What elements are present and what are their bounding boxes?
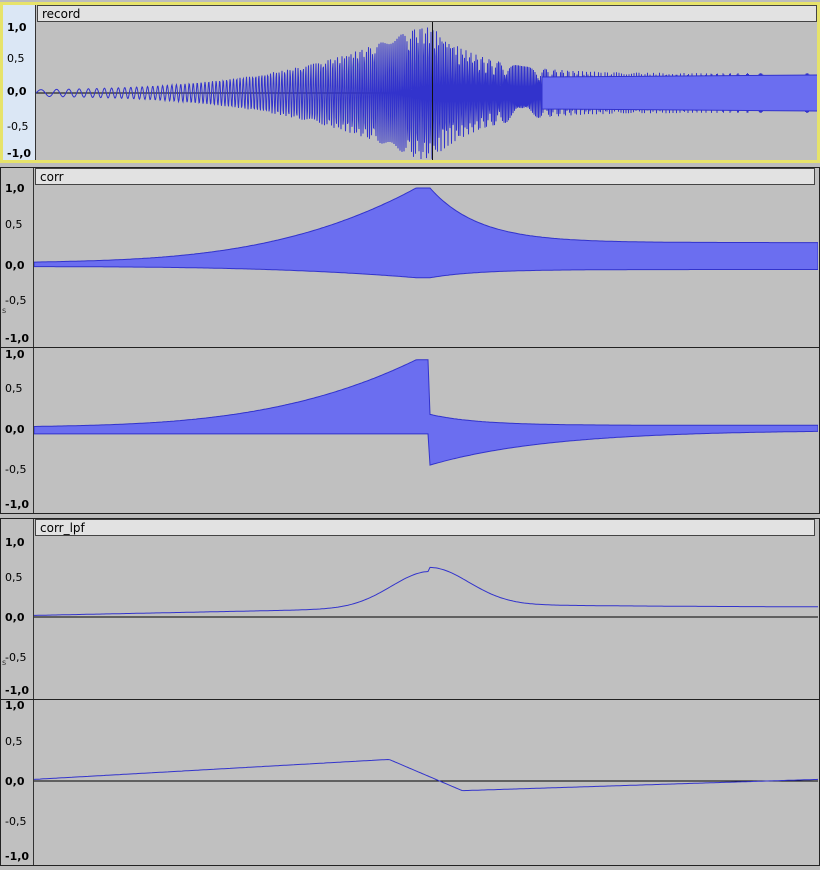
ruler-label: -0,5: [5, 815, 27, 828]
vertical-ruler: 1,0 0,5 0,0 -0,5 -1,0: [3, 5, 36, 160]
ruler-label: -1,0: [5, 684, 30, 697]
track-title[interactable]: record: [37, 5, 817, 22]
track-corr-lpf[interactable]: 1,0 0,5 0,0 -0,5 -1,0 s 1,0 0,5 0,0 -0,5…: [0, 518, 820, 866]
waveform-envelope: [34, 359, 818, 466]
track-record[interactable]: 1,0 0,5 0,0 -0,5 -1,0 record: [0, 2, 820, 163]
waveform-corr[interactable]: [34, 168, 819, 513]
ruler-label: 1,0: [5, 348, 25, 361]
ruler-label: 1,0: [5, 182, 25, 195]
ruler-label: 0,0: [5, 423, 25, 436]
ruler-label: 0,0: [5, 611, 25, 624]
ruler-label: -1,0: [7, 147, 32, 160]
ruler-label: 1,0: [5, 699, 25, 712]
vertical-ruler: 1,0 0,5 0,0 -0,5 -1,0 s 1,0 0,5 0,0 -0,5…: [1, 168, 34, 513]
ruler-label: 0,0: [7, 85, 27, 98]
ruler-label: -1,0: [5, 850, 30, 863]
ruler-label: 0,0: [5, 259, 25, 272]
waveform-rms: [541, 74, 817, 112]
waveform-path: [34, 566, 818, 616]
ruler-label: -0,5: [5, 294, 27, 307]
ruler-label: -1,0: [5, 332, 30, 345]
waveform-envelope: [34, 187, 818, 279]
ruler-label: 1,0: [7, 21, 27, 34]
side-mark: s: [2, 306, 7, 315]
waveform-path: [34, 758, 818, 792]
side-mark: s: [2, 658, 7, 667]
play-cursor[interactable]: [432, 5, 433, 160]
ruler-label: 1,0: [5, 536, 25, 549]
track-title[interactable]: corr_lpf: [35, 519, 815, 536]
ruler-label: 0,5: [5, 571, 23, 584]
track-title[interactable]: corr: [35, 168, 815, 185]
waveform-record[interactable]: [36, 5, 817, 160]
ruler-label: 0,5: [5, 735, 23, 748]
ruler-label: -0,5: [5, 651, 27, 664]
vertical-ruler: 1,0 0,5 0,0 -0,5 -1,0 s 1,0 0,5 0,0 -0,5…: [1, 519, 34, 865]
waveform-corr-lpf[interactable]: [34, 519, 819, 865]
channel-separator: [1, 347, 819, 348]
ruler-label: -1,0: [5, 498, 30, 511]
ruler-label: 0,5: [7, 52, 25, 65]
track-corr[interactable]: 1,0 0,5 0,0 -0,5 -1,0 s 1,0 0,5 0,0 -0,5…: [0, 167, 820, 514]
ruler-label: -0,5: [5, 463, 27, 476]
ruler-label: -0,5: [7, 120, 29, 133]
ruler-label: 0,0: [5, 775, 25, 788]
channel-separator: [1, 699, 819, 700]
ruler-label: 0,5: [5, 218, 23, 231]
ruler-label: 0,5: [5, 382, 23, 395]
